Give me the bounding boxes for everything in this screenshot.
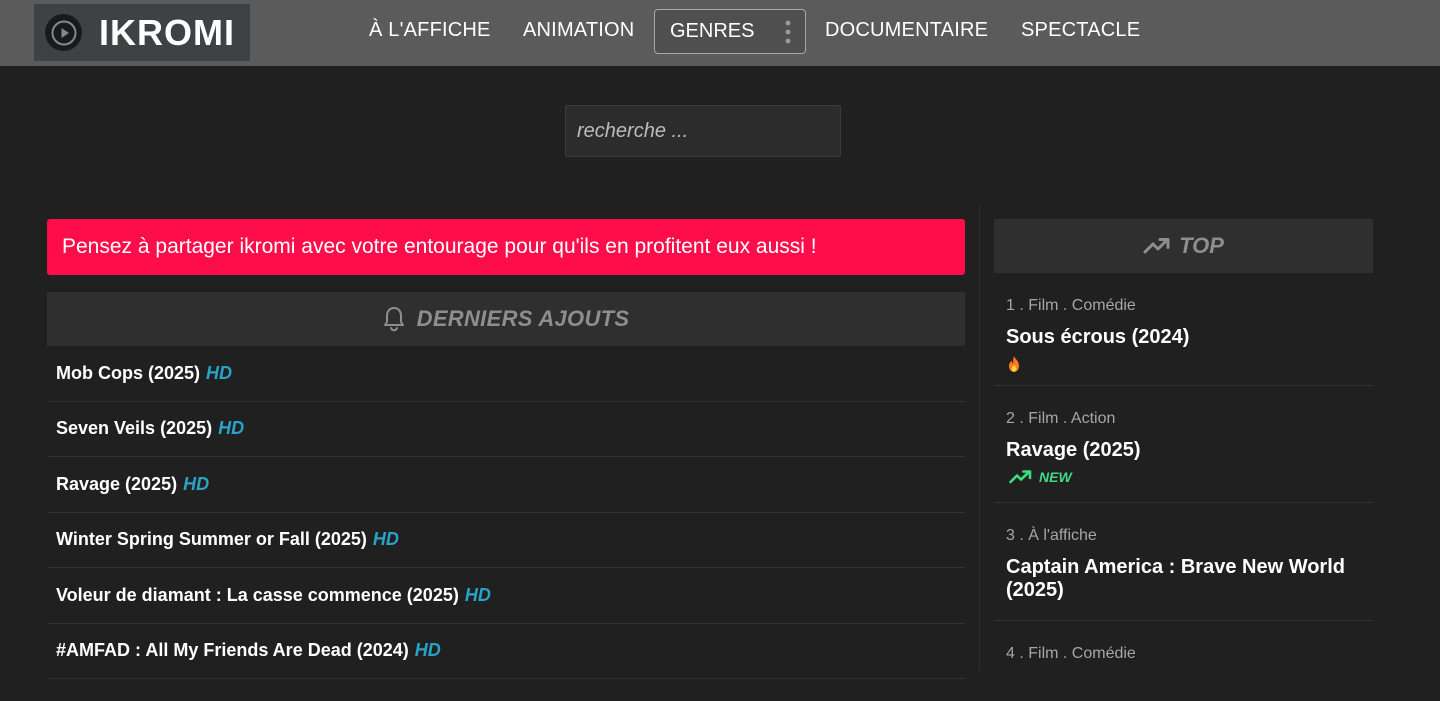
quality-badge: HD [183, 473, 210, 494]
top-item-badge: NEW [1006, 466, 1373, 488]
quality-badge: HD [414, 640, 441, 661]
new-badge-label: NEW [1039, 469, 1072, 485]
quality-badge: HD [206, 362, 233, 383]
share-alert-banner: Pensez à partager ikromi avec votre ento… [47, 219, 965, 275]
trending-up-icon [1143, 238, 1170, 254]
list-item[interactable]: #AMFAD : All My Friends Are Dead (2024) … [47, 624, 965, 679]
nav-item-animation[interactable]: ANIMATION [523, 19, 634, 42]
top-item-meta: 3 . À l'affiche [1006, 527, 1097, 544]
site-logo[interactable]: IKROMI [34, 4, 250, 61]
quality-badge: HD [372, 529, 399, 550]
top-item-title: Captain America : Brave New World (2025) [1006, 556, 1345, 601]
movie-title: Mob Cops (2025) [56, 362, 201, 383]
top-item-meta: 4 . Film . Comédie [1006, 645, 1136, 662]
top-item-meta: 1 . Film . Comédie [1006, 297, 1136, 314]
top-list: 1 . Film . Comédie Sous écrous (2024) 2 … [994, 273, 1373, 701]
site-name: IKROMI [99, 11, 235, 53]
top-item-title: Sous écrous (2024) [1006, 326, 1190, 348]
top-item[interactable]: 3 . À l'affiche Captain America : Brave … [994, 503, 1373, 621]
genres-label: GENRES [670, 20, 755, 42]
top-item[interactable]: 4 . Film . Comédie [994, 621, 1373, 701]
fire-icon [1009, 356, 1019, 372]
play-circle-icon [45, 14, 82, 51]
genres-dropdown-button[interactable]: GENRES [654, 9, 806, 54]
quality-badge: HD [218, 418, 245, 439]
list-item[interactable]: Winter Spring Summer or Fall (2025) HD [47, 513, 965, 568]
latest-additions-header: DERNIERS AJOUTS [47, 292, 965, 346]
quality-badge: HD [464, 584, 491, 605]
list-item[interactable]: Seven Veils (2025) HD [47, 402, 965, 457]
top-item[interactable]: 2 . Film . Action Ravage (2025) NEW [994, 386, 1373, 503]
nav-item-a-l-affiche[interactable]: À L'AFFICHE [369, 19, 491, 42]
movie-title: #AMFAD : All My Friends Are Dead (2024) [56, 640, 409, 661]
list-item[interactable]: Ravage (2025) HD [47, 457, 965, 513]
movie-title: Voleur de diamant : La casse commence (2… [56, 584, 459, 605]
nav-item-spectacle[interactable]: SPECTACLE [1021, 19, 1140, 42]
trending-up-icon [1009, 470, 1032, 484]
latest-additions-list: Mob Cops (2025) HD Seven Veils (2025) HD… [47, 346, 965, 679]
top-item-meta: 2 . Film . Action [1006, 410, 1116, 427]
top-header: TOP [994, 219, 1373, 273]
top-navbar: IKROMI À L'AFFICHE ANIMATION GENRES DOCU… [0, 0, 1440, 66]
search-input[interactable] [565, 105, 841, 157]
list-item[interactable]: Voleur de diamant : La casse commence (2… [47, 568, 965, 624]
top-item[interactable]: 1 . Film . Comédie Sous écrous (2024) [994, 273, 1373, 386]
top-item-badge [1006, 353, 1373, 375]
movie-title: Seven Veils (2025) [56, 418, 213, 439]
nav-item-documentaire[interactable]: DOCUMENTAIRE [825, 19, 988, 42]
column-divider [979, 205, 980, 670]
bell-icon [383, 307, 404, 332]
list-item[interactable]: Mob Cops (2025) HD [47, 346, 965, 402]
vertical-dots-icon [785, 20, 791, 44]
movie-title: Ravage (2025) [56, 473, 178, 494]
top-title: TOP [1179, 233, 1224, 258]
top-item-title: Ravage (2025) [1006, 439, 1141, 461]
latest-additions-title: DERNIERS AJOUTS [416, 306, 630, 331]
movie-title: Winter Spring Summer or Fall (2025) [56, 529, 367, 550]
